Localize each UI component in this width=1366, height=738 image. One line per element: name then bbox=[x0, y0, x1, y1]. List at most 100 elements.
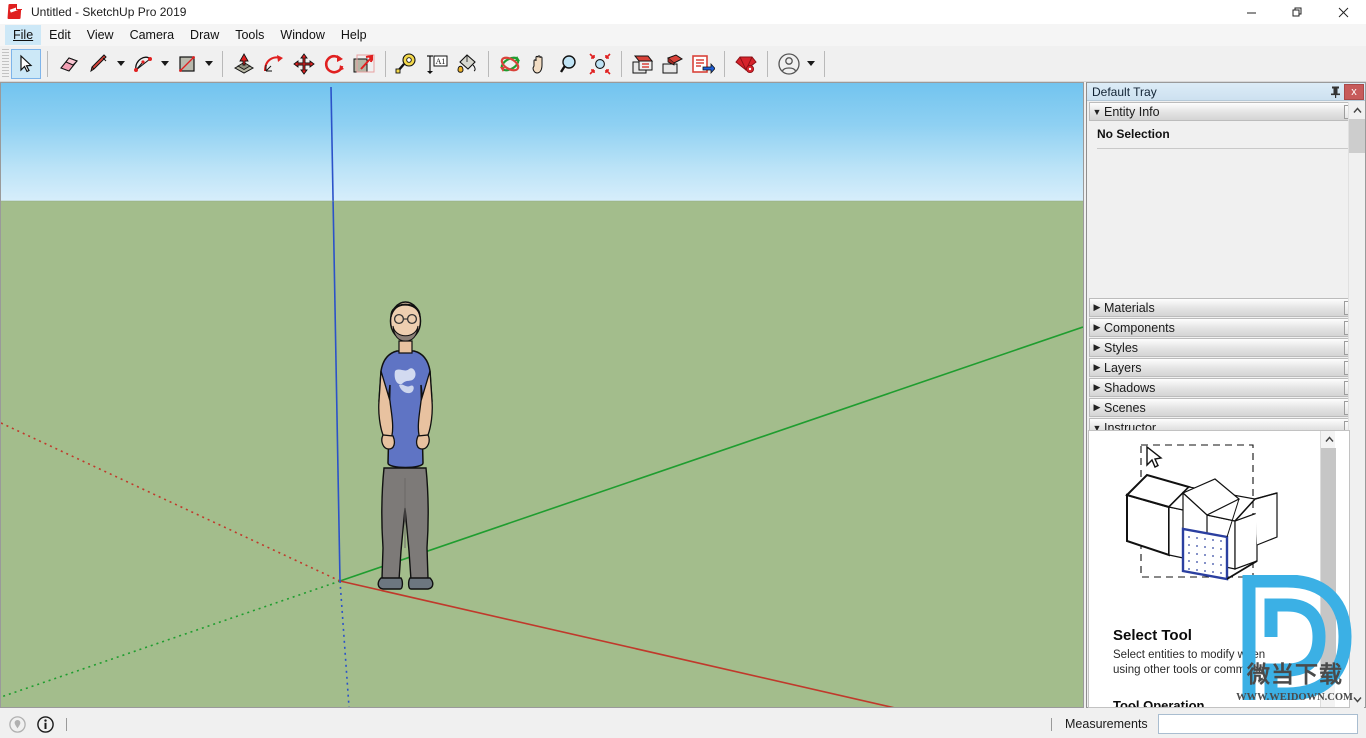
menu-draw-label: Draw bbox=[190, 28, 220, 42]
panel-components-label: Components bbox=[1104, 320, 1175, 335]
red-axis-positive bbox=[339, 580, 895, 707]
instructor-tool-title: Select Tool bbox=[1113, 627, 1192, 644]
panel-scenes-label: Scenes bbox=[1104, 400, 1146, 415]
instructor-scrollbar[interactable] bbox=[1320, 431, 1337, 707]
menu-window-label: Window bbox=[280, 28, 325, 42]
move-tool[interactable] bbox=[289, 49, 319, 79]
followme-tool[interactable] bbox=[259, 49, 289, 79]
arc-tool-dropdown[interactable] bbox=[158, 49, 172, 79]
rectangle-tool-dropdown[interactable] bbox=[202, 49, 216, 79]
toolbar-separator bbox=[488, 50, 489, 77]
line-tool-dropdown[interactable] bbox=[114, 49, 128, 79]
scale-tool[interactable] bbox=[349, 49, 379, 79]
rotate-tool[interactable] bbox=[319, 49, 349, 79]
tape-measure-tool[interactable] bbox=[392, 49, 422, 79]
chevron-down-icon bbox=[807, 61, 815, 66]
toolbar-grip[interactable] bbox=[2, 48, 9, 79]
scroll-up-icon[interactable] bbox=[1349, 102, 1365, 119]
triangle-right-icon: ▶ bbox=[1093, 362, 1101, 372]
measurements-label: Measurements bbox=[1065, 717, 1148, 731]
pin-icon[interactable] bbox=[1326, 83, 1344, 101]
toolbar-separator bbox=[621, 50, 622, 77]
extension-manager-tool[interactable] bbox=[731, 49, 761, 79]
entity-info-body: No Selection bbox=[1089, 121, 1363, 297]
measurements-input[interactable] bbox=[1158, 714, 1358, 734]
tray-close-button[interactable]: x bbox=[1344, 83, 1364, 100]
menu-window[interactable]: Window bbox=[272, 25, 332, 45]
toolbar-separator bbox=[767, 50, 768, 77]
account-dropdown[interactable] bbox=[804, 49, 818, 79]
panel-components[interactable]: ▶ Components x bbox=[1089, 318, 1363, 337]
restore-button[interactable] bbox=[1274, 0, 1320, 24]
scroll-down-icon[interactable] bbox=[1349, 691, 1365, 708]
panel-layers[interactable]: ▶ Layers x bbox=[1089, 358, 1363, 377]
menu-file[interactable]: File bbox=[5, 25, 42, 45]
triangle-right-icon: ▶ bbox=[1093, 402, 1101, 412]
tray-scroll-thumb[interactable] bbox=[1349, 119, 1365, 153]
minimize-button[interactable] bbox=[1228, 0, 1274, 24]
menu-draw[interactable]: Draw bbox=[182, 25, 227, 45]
panel-scenes[interactable]: ▶ Scenes x bbox=[1089, 398, 1363, 417]
eraser-tool[interactable] bbox=[54, 49, 84, 79]
chevron-down-icon bbox=[117, 61, 125, 66]
panel-entity-info[interactable]: ▼ Entity Info x bbox=[1089, 102, 1363, 121]
3d-warehouse-tool[interactable] bbox=[628, 49, 658, 79]
close-button[interactable] bbox=[1320, 0, 1366, 24]
menu-bar: File Edit View Camera Draw Tools Window … bbox=[0, 24, 1366, 46]
instructor-scroll-thumb[interactable] bbox=[1321, 448, 1336, 673]
menu-tools[interactable]: Tools bbox=[227, 25, 272, 45]
tray-scrollbar[interactable] bbox=[1348, 102, 1365, 708]
entity-info-selection: No Selection bbox=[1097, 127, 1170, 141]
text-tool[interactable]: A1 bbox=[422, 49, 452, 79]
zoom-extents-tool[interactable] bbox=[585, 49, 615, 79]
panel-materials[interactable]: ▶ Materials x bbox=[1089, 298, 1363, 317]
model-viewport[interactable] bbox=[0, 82, 1084, 708]
select-tool[interactable] bbox=[11, 48, 41, 79]
triangle-right-icon: ▶ bbox=[1093, 382, 1101, 392]
menu-view[interactable]: View bbox=[79, 25, 122, 45]
zoom-tool[interactable] bbox=[555, 49, 585, 79]
menu-camera-label: Camera bbox=[129, 28, 175, 42]
panel-shadows[interactable]: ▶ Shadows x bbox=[1089, 378, 1363, 397]
instructor-operation-step-1: 1. Click on an entity. bbox=[1113, 706, 1216, 707]
rectangle-tool[interactable] bbox=[172, 49, 202, 79]
menu-help[interactable]: Help bbox=[333, 25, 375, 45]
pushpull-tool[interactable] bbox=[229, 49, 259, 79]
panel-materials-label: Materials bbox=[1104, 300, 1155, 315]
cursor-arrow-icon bbox=[1146, 445, 1163, 468]
triangle-right-icon: ▶ bbox=[1093, 322, 1101, 332]
menu-help-label: Help bbox=[340, 28, 367, 42]
triangle-down-icon: ▼ bbox=[1092, 106, 1102, 117]
axes-and-model bbox=[1, 86, 1083, 707]
toolbar-separator bbox=[824, 50, 825, 77]
menu-camera[interactable]: Camera bbox=[122, 25, 182, 45]
share-model-tool[interactable] bbox=[658, 49, 688, 79]
orbit-tool[interactable] bbox=[495, 49, 525, 79]
panel-styles[interactable]: ▶ Styles x bbox=[1089, 338, 1363, 357]
panel-styles-label: Styles bbox=[1104, 340, 1139, 355]
info-icon[interactable] bbox=[34, 713, 56, 735]
menu-edit[interactable]: Edit bbox=[41, 25, 79, 45]
svg-text:A1: A1 bbox=[436, 57, 446, 66]
paint-bucket-tool[interactable] bbox=[452, 49, 482, 79]
menu-tools-label: Tools bbox=[235, 28, 265, 42]
default-person-component bbox=[377, 301, 434, 590]
chevron-down-icon bbox=[161, 61, 169, 66]
tray-header: Default Tray x bbox=[1087, 83, 1365, 101]
pan-tool[interactable] bbox=[525, 49, 555, 79]
title-bar: Untitled - SketchUp Pro 2019 bbox=[0, 0, 1366, 24]
geo-location-icon[interactable] bbox=[6, 713, 28, 735]
menu-edit-label: Edit bbox=[49, 28, 71, 42]
menu-file-label: File bbox=[13, 28, 34, 42]
panel-layers-label: Layers bbox=[1104, 360, 1142, 375]
line-tool[interactable] bbox=[84, 49, 114, 79]
account-avatar[interactable] bbox=[774, 49, 804, 79]
extension-warehouse-tool[interactable] bbox=[688, 49, 718, 79]
instructor-scroll-up-icon[interactable] bbox=[1321, 431, 1337, 448]
red-axis-negative bbox=[1, 422, 341, 582]
arc-tool[interactable] bbox=[128, 49, 158, 79]
chevron-down-icon bbox=[205, 61, 213, 66]
blue-axis-positive bbox=[330, 86, 341, 582]
triangle-right-icon: ▶ bbox=[1093, 302, 1101, 312]
triangle-right-icon: ▶ bbox=[1093, 342, 1101, 352]
